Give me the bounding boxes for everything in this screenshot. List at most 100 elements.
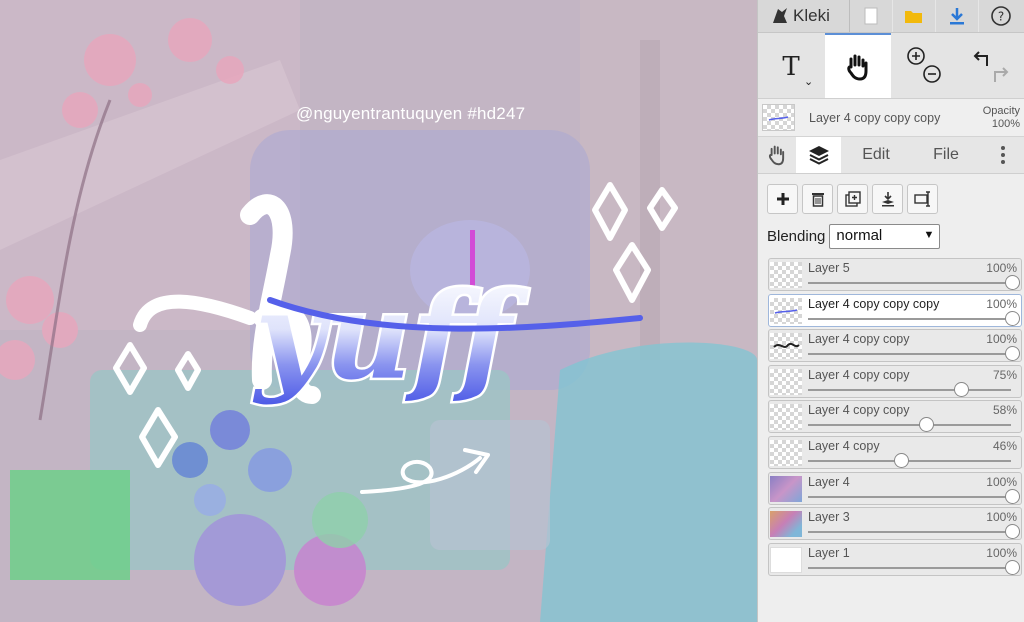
layer-opacity: 100% — [986, 332, 1017, 347]
opacity-slider-track[interactable] — [808, 495, 1011, 498]
rename-layer-button[interactable] — [907, 184, 938, 214]
opacity-slider-track[interactable] — [808, 353, 1011, 356]
more-menu-button[interactable] — [981, 137, 1024, 173]
opacity-slider-knob[interactable] — [918, 417, 934, 433]
watermark-text: @nguyentrantuquyen #hd247 — [296, 104, 526, 123]
layer-name: Layer 1 — [808, 545, 850, 560]
layer-name: Layer 4 copy copy — [808, 403, 910, 418]
opacity-slider-track[interactable] — [808, 459, 1011, 462]
opacity-slider-track[interactable] — [808, 388, 1011, 391]
opacity-slider-knob[interactable] — [1005, 310, 1020, 326]
layer-row[interactable]: Layer 1 100% — [768, 542, 1022, 576]
opacity-slider-track[interactable] — [808, 317, 1011, 320]
opacity-slider-knob[interactable] — [1005, 275, 1020, 290]
tab-edit[interactable]: Edit — [841, 137, 911, 173]
layer-row[interactable]: Layer 4 copy 46% — [768, 435, 1022, 469]
layer-thumbnail — [770, 439, 802, 466]
layer-row[interactable]: Layer 5 100% — [768, 258, 1022, 291]
text-thumb — [773, 343, 800, 349]
plus-icon — [776, 193, 789, 205]
layer-thumbnail — [770, 262, 802, 288]
kleki-logo-icon — [773, 8, 787, 23]
opacity-slider-knob[interactable] — [1005, 524, 1020, 540]
merge-down-icon — [881, 192, 894, 207]
add-layer-button[interactable] — [767, 184, 798, 214]
tab-layers[interactable] — [796, 137, 841, 173]
layer-name: Layer 4 copy copy copy — [808, 296, 940, 311]
layer-actions — [758, 174, 1024, 214]
redo-icon[interactable] — [993, 66, 1009, 82]
new-image-button[interactable] — [850, 0, 893, 32]
opacity-slider-knob[interactable] — [1005, 488, 1020, 504]
tab-file[interactable]: File — [911, 137, 981, 173]
blending-select[interactable]: normal ▼ — [829, 224, 941, 249]
canvas-artwork: yuff — [0, 0, 757, 622]
layer-thumbnail — [770, 333, 802, 360]
layer-row[interactable]: Layer 4 copy copy 75% — [768, 364, 1022, 398]
stroke-thumb — [768, 116, 789, 121]
hand-icon — [847, 54, 868, 81]
layer-name: Layer 4 copy — [808, 438, 880, 453]
chevron-down-icon[interactable]: ⌄ — [804, 75, 813, 88]
layer-row[interactable]: Layer 4 copy copy 100% — [768, 329, 1022, 363]
chevron-down-icon: ▼ — [923, 229, 935, 241]
blending-row: Blending normal ▼ — [758, 214, 1024, 249]
tool-row: T ⌄ — [758, 33, 1024, 99]
layer-row[interactable]: Layer 4 copy copy 58% — [768, 400, 1022, 434]
layer-thumbnail — [770, 511, 802, 538]
opacity-slider-knob[interactable] — [894, 452, 910, 468]
layer-opacity: 100% — [986, 296, 1017, 311]
hand-tool-button[interactable] — [824, 33, 891, 98]
opacity-slider-track[interactable] — [808, 566, 1011, 569]
layer-opacity: 100% — [986, 474, 1017, 489]
opacity-label: Opacity — [982, 104, 1020, 117]
active-layer-name: Layer 4 copy copy copy — [809, 110, 941, 125]
zoom-icons — [907, 46, 942, 83]
delete-layer-button[interactable] — [802, 184, 833, 214]
layer-name: Layer 4 copy copy — [808, 367, 910, 382]
layer-thumbnail — [770, 297, 802, 324]
zoom-in-icon[interactable] — [907, 46, 926, 65]
svg-text:T: T — [783, 52, 801, 81]
drawing-canvas[interactable]: yuff @nguyentrantuquyen #hd247 — [0, 0, 757, 622]
undo-redo-icons — [973, 50, 1009, 82]
stroke-thumb — [774, 308, 798, 314]
duplicate-layer-button[interactable] — [837, 184, 868, 214]
opacity-slider-track[interactable] — [808, 424, 1011, 427]
opacity-slider-knob[interactable] — [953, 381, 969, 397]
layer-name: Layer 5 — [808, 261, 850, 275]
more-vertical-icon — [1000, 146, 1005, 164]
opacity-slider-knob[interactable] — [1005, 346, 1020, 362]
opacity-slider-knob[interactable] — [1005, 559, 1020, 575]
layer-thumbnail — [770, 404, 802, 431]
merge-down-button[interactable] — [872, 184, 903, 214]
layer-name: Layer 4 — [808, 474, 850, 489]
text-tool-button[interactable]: T ⌄ — [758, 33, 825, 98]
layer-thumbnail — [770, 475, 802, 502]
svg-text:?: ? — [997, 10, 1003, 24]
undo-icon[interactable] — [973, 50, 988, 66]
new-image-icon — [864, 7, 878, 25]
layer-opacity: 100% — [986, 261, 1017, 275]
layer-row[interactable]: Layer 4 100% — [768, 471, 1022, 505]
layer-list: Layer 5 100% Layer 4 copy copy copy 100%… — [758, 249, 1024, 576]
opacity-value: 100% — [991, 117, 1020, 130]
hand-icon — [768, 145, 785, 166]
download-button[interactable] — [936, 0, 979, 32]
kleki-logo[interactable]: Kleki — [758, 0, 850, 32]
text-tool-icon: T — [783, 52, 801, 81]
zoom-out-icon[interactable] — [923, 64, 942, 83]
open-file-button[interactable] — [893, 0, 936, 32]
help-button[interactable]: ? — [979, 0, 1022, 32]
side-panel: Kleki ? T ⌄ Layer 4 copy copy copy Opaci… — [757, 0, 1024, 622]
download-icon — [950, 8, 964, 25]
layer-row[interactable]: Layer 3 100% — [768, 507, 1022, 541]
opacity-slider-track[interactable] — [808, 282, 1011, 284]
opacity-slider-track[interactable] — [808, 531, 1011, 534]
tab-hand[interactable] — [758, 137, 796, 173]
blending-label: Blending — [767, 228, 826, 245]
layer-row-selected[interactable]: Layer 4 copy copy copy 100% — [768, 293, 1022, 327]
duplicate-icon — [844, 191, 861, 207]
svg-text:yuff: yuff — [252, 266, 529, 407]
kleki-app: yuff @nguyentrantuquyen #hd247 Kleki ? T… — [0, 0, 1024, 622]
